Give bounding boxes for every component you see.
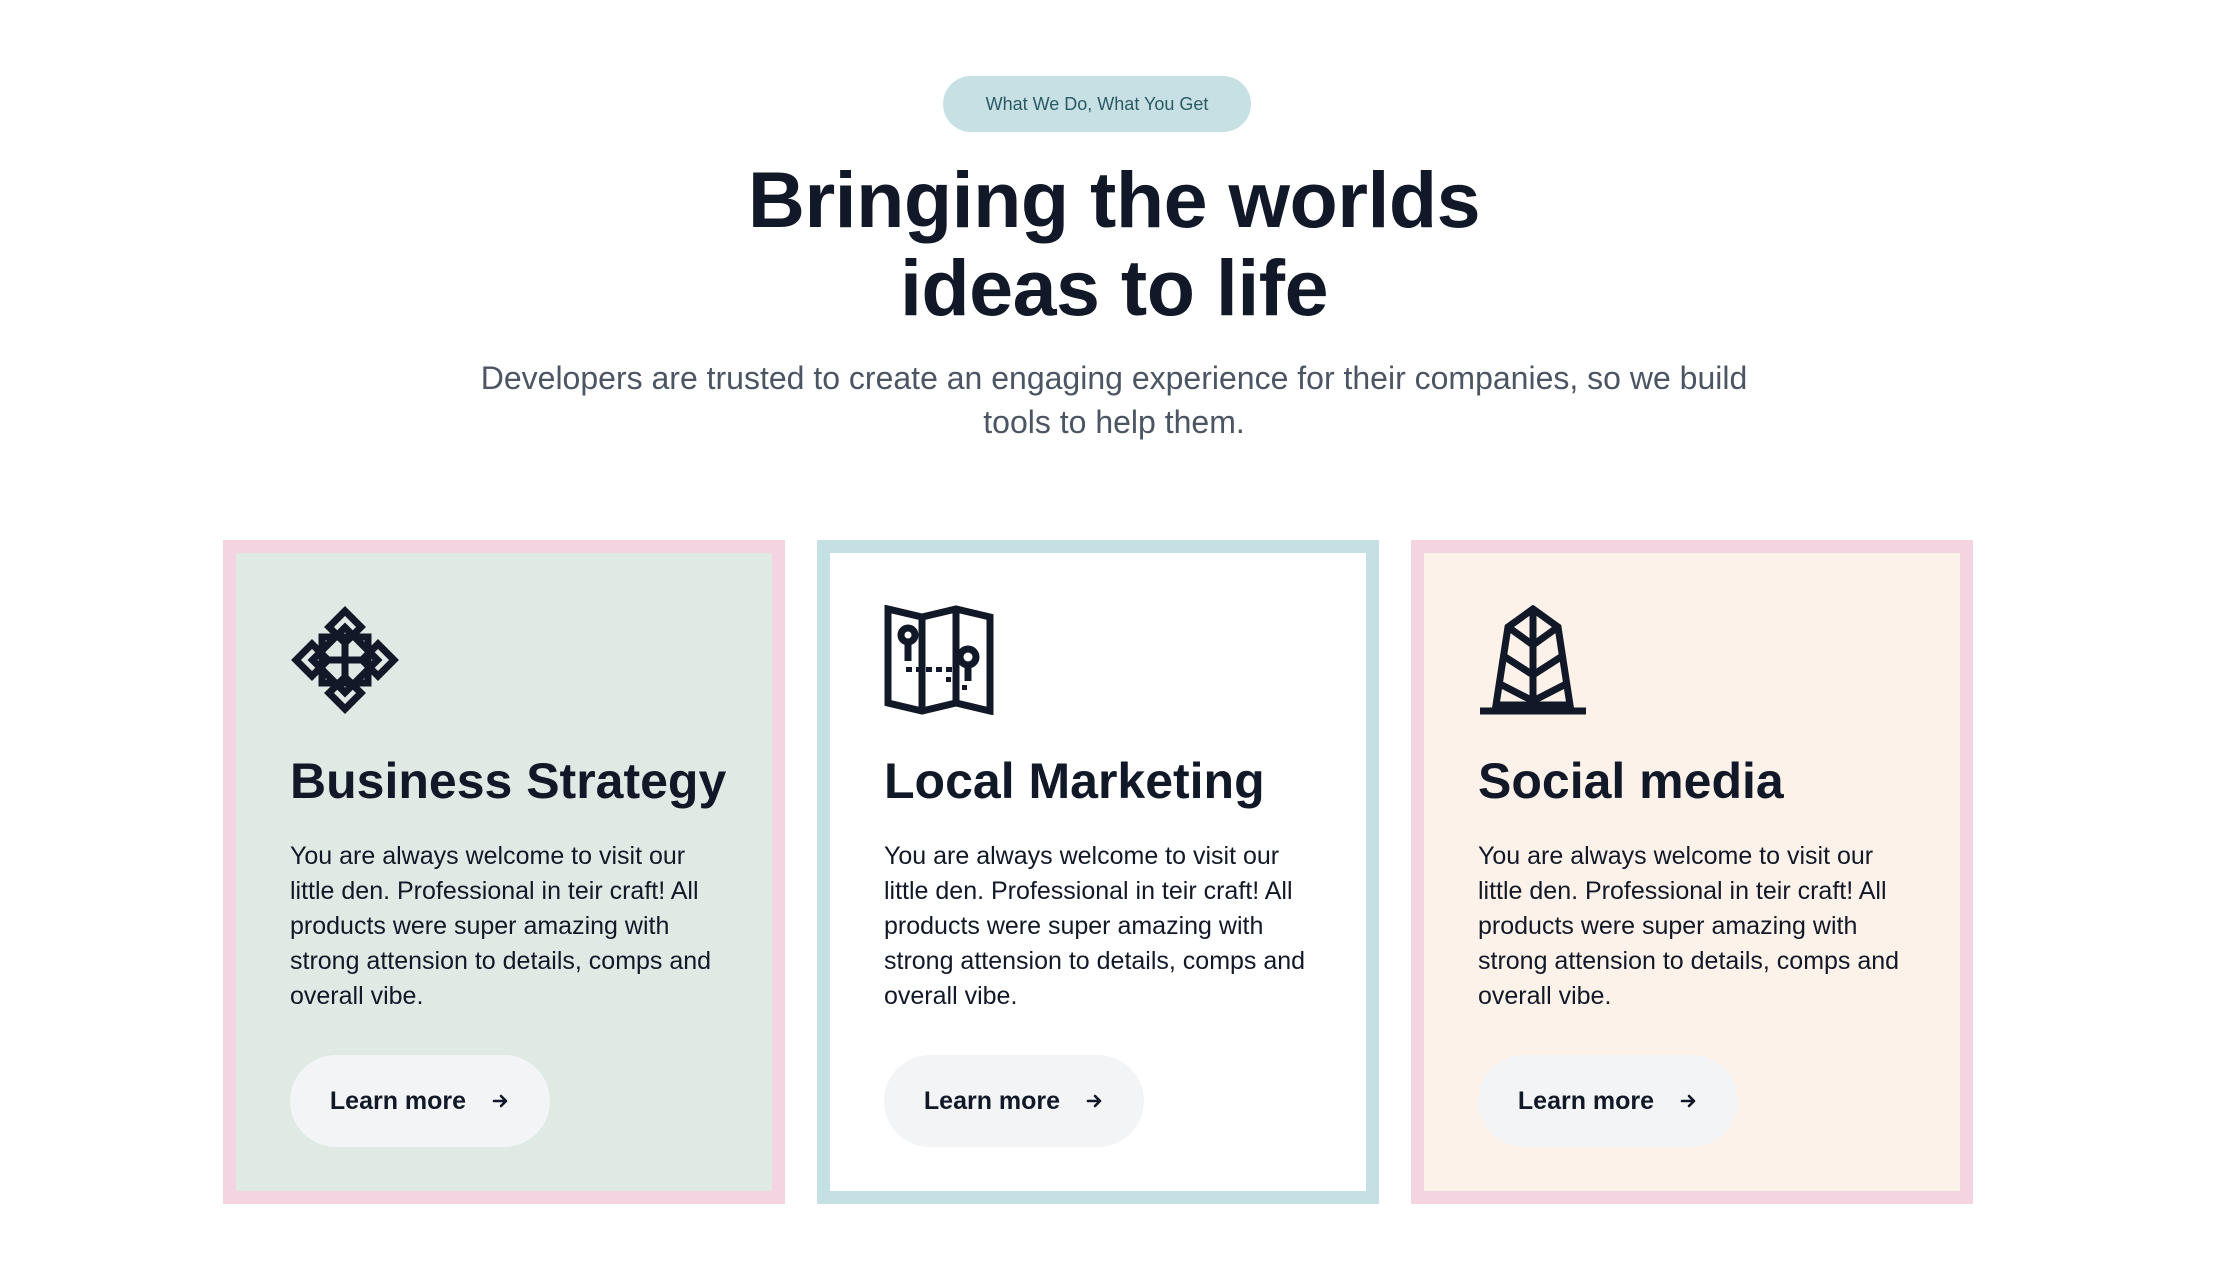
arrow-right-icon [1680, 1094, 1696, 1108]
page: What We Do, What You Get Bringing the wo… [0, 0, 2228, 1268]
section-title-line-1: Bringing the worlds [747, 155, 1481, 244]
learn-more-button[interactable]: Learn more [290, 1055, 550, 1147]
section-title: Bringing the worlds ideas to life [614, 156, 1614, 332]
flower-icon [291, 606, 399, 714]
map-icon [884, 605, 994, 715]
card-local-marketing: Local Marketing You are always welcome t… [817, 540, 1379, 1204]
section-title-line-2: ideas to life [899, 243, 1329, 332]
arrow-right-icon [492, 1094, 508, 1108]
building-icon [1480, 605, 1586, 715]
section-subtitle: Developers are trusted to create an enga… [480, 360, 1748, 440]
arrow-right-icon [1086, 1094, 1102, 1108]
card-social-media: Social media You are always welcome to v… [1411, 540, 1973, 1204]
card-title: Social media [1478, 753, 1784, 809]
learn-more-button[interactable]: Learn more [1478, 1055, 1738, 1147]
card-description: You are always welcome to visit our litt… [1478, 842, 1900, 1010]
section-eyebrow-badge: What We Do, What You Get [943, 76, 1251, 132]
card-description: You are always welcome to visit our litt… [290, 842, 712, 1010]
learn-more-label: Learn more [1517, 1086, 1655, 1115]
card-business-strategy: Business Strategy You are always welcome… [223, 540, 785, 1204]
learn-more-label: Learn more [923, 1086, 1061, 1115]
learn-more-button[interactable]: Learn more [884, 1055, 1144, 1147]
card-description: You are always welcome to visit our litt… [884, 842, 1306, 1010]
card-title: Local Marketing [884, 753, 1265, 809]
learn-more-label: Learn more [329, 1086, 467, 1115]
card-title: Business Strategy [290, 753, 727, 809]
